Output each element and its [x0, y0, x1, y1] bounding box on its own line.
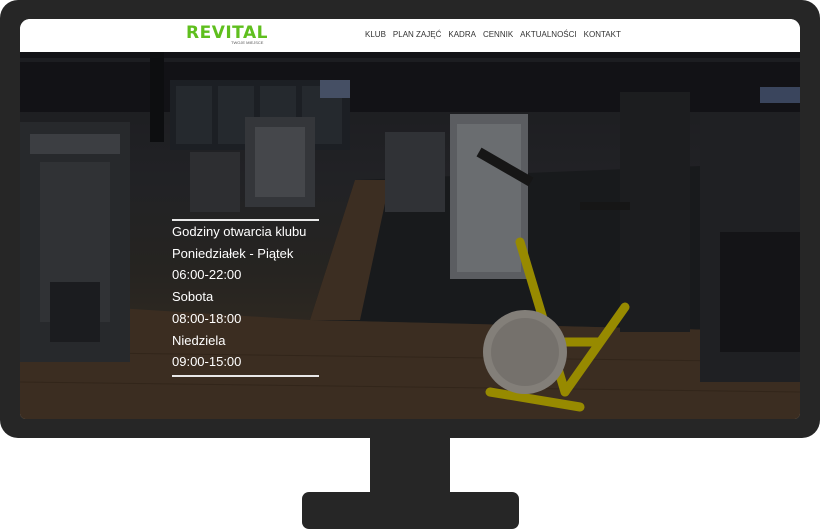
sunday-hours: 09:00-15:00 [172, 354, 242, 370]
nav-item-cennik[interactable]: CENNIK [483, 30, 513, 39]
monitor-stand-base [302, 492, 519, 529]
saturday-hours: 08:00-18:00 [172, 310, 242, 326]
weekdays-hours: 06:00-22:00 [172, 267, 242, 283]
nav-item-klub[interactable]: KLUB [365, 30, 386, 39]
opening-hours-box: Godziny otwarcia klubu Poniedziałek - Pi… [172, 219, 319, 377]
monitor-stand-neck [370, 436, 450, 496]
nav-item-aktualnosci[interactable]: AKTUALNOŚCI [520, 30, 576, 39]
hours-title: Godziny otwarcia klubu [172, 224, 307, 239]
logo[interactable]: REVITAL TWOJE MIEJSCE [186, 23, 267, 47]
hero-section: Godziny otwarcia klubu Poniedziałek - Pi… [20, 52, 800, 419]
main-nav: KLUB PLAN ZAJĘĆ KADRA CENNIK AKTUALNOŚCI… [365, 30, 621, 39]
hero-overlay [20, 52, 800, 419]
weekdays-label: Poniedziałek - Piątek [172, 245, 294, 261]
site-header: REVITAL TWOJE MIEJSCE KLUB PLAN ZAJĘĆ KA… [20, 19, 800, 52]
saturday-label: Sobota [172, 289, 214, 305]
logo-tagline: TWOJE MIEJSCE [231, 40, 264, 45]
monitor-screen: REVITAL TWOJE MIEJSCE KLUB PLAN ZAJĘĆ KA… [20, 19, 800, 419]
nav-item-kadra[interactable]: KADRA [448, 30, 476, 39]
nav-item-kontakt[interactable]: KONTAKT [584, 30, 621, 39]
sunday-label: Niedziela [172, 332, 226, 348]
nav-item-plan-zajec[interactable]: PLAN ZAJĘĆ [393, 30, 441, 39]
